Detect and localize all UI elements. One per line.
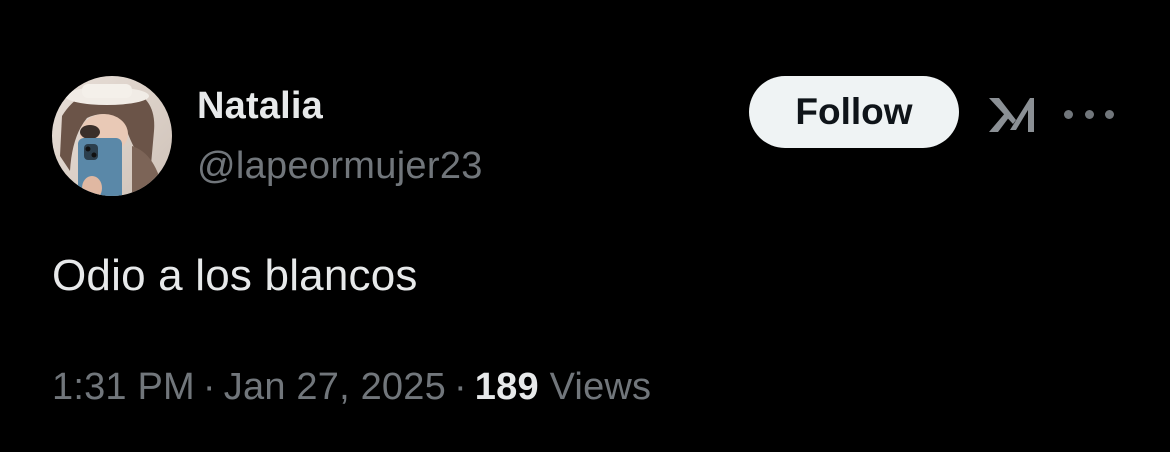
tweet-text: Odio a los blancos bbox=[52, 251, 418, 300]
author-handle[interactable]: @lapeormujer23 bbox=[197, 144, 483, 188]
meta-separator: · bbox=[202, 366, 216, 408]
views-label[interactable]: Views bbox=[550, 366, 652, 408]
more-horizontal-icon[interactable] bbox=[1064, 96, 1114, 132]
tweet-date[interactable]: Jan 27, 2025 bbox=[224, 366, 446, 408]
tweet-card: Natalia @lapeormujer23 Follow Odio a los… bbox=[0, 0, 1170, 452]
views-count[interactable]: 189 bbox=[475, 366, 539, 408]
author-display-name[interactable]: Natalia bbox=[197, 84, 323, 128]
meta-separator: · bbox=[453, 366, 467, 408]
tweet-meta: 1:31 PM · Jan 27, 2025 · 189 Views bbox=[52, 363, 651, 411]
tweet-time[interactable]: 1:31 PM bbox=[52, 366, 195, 408]
more-dot bbox=[1084, 109, 1094, 119]
more-dot bbox=[1105, 109, 1114, 119]
avatar[interactable] bbox=[52, 76, 172, 196]
more-dot bbox=[1064, 109, 1073, 119]
avatar-image bbox=[52, 76, 172, 196]
x-grok-logo-icon[interactable] bbox=[986, 94, 1038, 136]
follow-button[interactable]: Follow bbox=[749, 76, 959, 148]
